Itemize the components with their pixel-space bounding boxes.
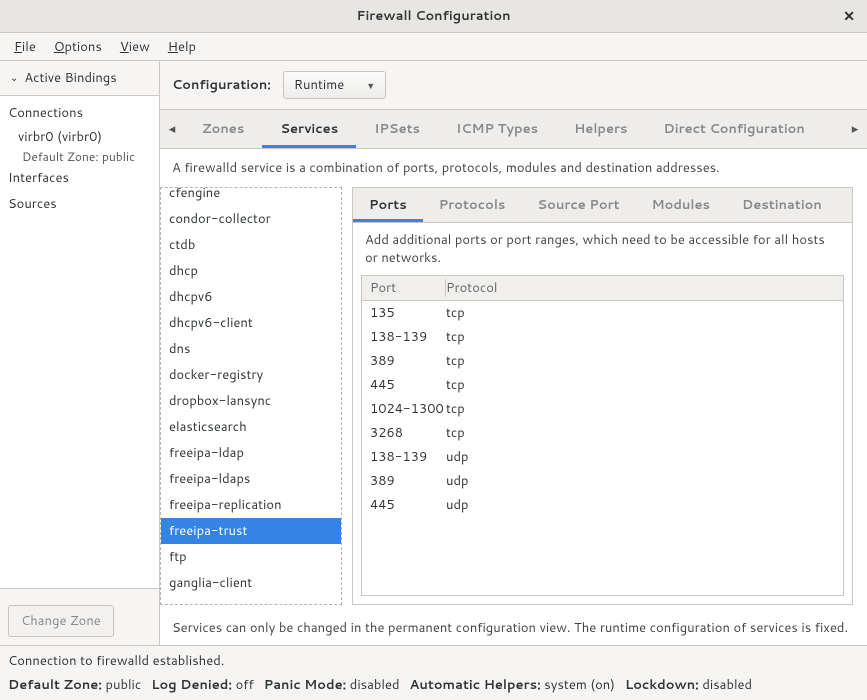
bindings-toggle[interactable]: ⌄ Active Bindings: [0, 61, 159, 95]
tab-direct-config[interactable]: Direct Configuration: [645, 110, 822, 148]
service-item[interactable]: dhcpv6-client: [161, 310, 341, 336]
menubar: File Options View Help: [0, 33, 867, 61]
port-row[interactable]: 135tcp: [362, 301, 843, 325]
tab-ipsets[interactable]: IPSets: [356, 110, 438, 148]
main-tabs: ◂ Zones Services IPSets ICMP Types Helpe…: [160, 110, 867, 149]
service-item[interactable]: cfengine: [161, 187, 341, 206]
bindings-header-label: Active Bindings: [24, 69, 116, 87]
menu-help[interactable]: Help: [160, 35, 204, 59]
main-area: ⌄ Active Bindings Connections virbr0 (vi…: [0, 61, 867, 645]
window-title: Firewall Configuration: [357, 7, 511, 25]
port-row[interactable]: 3268tcp: [362, 421, 843, 445]
service-item[interactable]: ctdb: [161, 232, 341, 258]
service-item[interactable]: freeipa-ldap: [161, 440, 341, 466]
port-row[interactable]: 445tcp: [362, 373, 843, 397]
close-icon[interactable]: ✕: [843, 6, 855, 26]
connection-zone-note: Default Zone: public: [0, 148, 159, 165]
tab-zones[interactable]: Zones: [184, 110, 262, 148]
service-item-selected[interactable]: freeipa-trust: [161, 518, 341, 544]
port-header: Port: [370, 279, 446, 297]
port-row[interactable]: 445udp: [362, 493, 843, 517]
port-table: Port Protocol 135tcp 138-139tcp 389tcp 4…: [361, 275, 844, 596]
titlebar: Firewall Configuration ✕: [0, 0, 867, 33]
service-detail: Ports Protocols Source Port Modules Dest…: [352, 187, 853, 605]
detail-tabs: Ports Protocols Source Port Modules Dest…: [353, 188, 852, 223]
port-row[interactable]: 138-139tcp: [362, 325, 843, 349]
port-row[interactable]: 389tcp: [362, 349, 843, 373]
chevron-down-icon: ⌄: [10, 71, 18, 85]
ports-hint: Add additional ports or port ranges, whi…: [353, 223, 852, 275]
config-label: Configuration:: [172, 76, 271, 94]
menu-options[interactable]: Options: [46, 35, 110, 59]
tab-services[interactable]: Services: [262, 110, 356, 148]
change-zone-button[interactable]: Change Zone: [8, 605, 114, 637]
config-dropdown[interactable]: Runtime ▼: [283, 71, 386, 99]
bindings-list: Connections virbr0 (virbr0) Default Zone…: [0, 95, 159, 589]
port-row[interactable]: 1024-1300tcp: [362, 397, 843, 421]
tabs-scroll-right[interactable]: ▸: [843, 110, 867, 148]
right-panel: Configuration: Runtime ▼ ◂ Zones Service…: [160, 61, 867, 645]
port-table-header: Port Protocol: [362, 276, 843, 301]
service-item[interactable]: ftp: [161, 544, 341, 570]
service-description: A firewalld service is a combination of …: [160, 149, 867, 187]
footer-note: Services can only be changed in the perm…: [160, 611, 867, 645]
connection-item[interactable]: virbr0 (virbr0): [0, 126, 159, 148]
port-row[interactable]: 389udp: [362, 469, 843, 493]
subtab-protocols[interactable]: Protocols: [423, 188, 522, 222]
protocol-header: Protocol: [446, 279, 835, 297]
dropdown-arrow-icon: ▼: [366, 79, 375, 92]
sources-section: Sources: [0, 191, 159, 217]
tab-icmp-types[interactable]: ICMP Types: [438, 110, 556, 148]
service-item[interactable]: dns: [161, 336, 341, 362]
subtab-source-port[interactable]: Source Port: [521, 188, 635, 222]
service-item[interactable]: ganglia-client: [161, 570, 341, 596]
service-item[interactable]: condor-collector: [161, 206, 341, 232]
connections-section: Connections: [0, 100, 159, 126]
subtab-modules[interactable]: Modules: [636, 188, 726, 222]
tabs-scroll-left[interactable]: ◂: [160, 110, 184, 148]
subtab-destination[interactable]: Destination: [726, 188, 838, 222]
service-content: cfengine condor-collector ctdb dhcp dhcp…: [160, 187, 867, 611]
service-item[interactable]: elasticsearch: [161, 414, 341, 440]
config-row: Configuration: Runtime ▼: [160, 61, 867, 110]
service-list[interactable]: cfengine condor-collector ctdb dhcp dhcp…: [160, 187, 342, 605]
service-item[interactable]: docker-registry: [161, 362, 341, 388]
left-panel: ⌄ Active Bindings Connections virbr0 (vi…: [0, 61, 160, 645]
port-row[interactable]: 138-139udp: [362, 445, 843, 469]
service-item[interactable]: dhcp: [161, 258, 341, 284]
subtab-ports[interactable]: Ports: [353, 188, 423, 222]
service-item[interactable]: dropbox-lansync: [161, 388, 341, 414]
config-value: Runtime: [294, 76, 344, 94]
statusbar: Connection to firewalld established. Def…: [0, 645, 867, 700]
status-fields: Default Zone: public Log Denied: off Pan…: [0, 676, 867, 700]
menu-view[interactable]: View: [112, 35, 158, 59]
service-item[interactable]: freeipa-ldaps: [161, 466, 341, 492]
service-item[interactable]: dhcpv6: [161, 284, 341, 310]
interfaces-section: Interfaces: [0, 165, 159, 191]
status-connection: Connection to firewalld established.: [0, 646, 867, 676]
tab-helpers[interactable]: Helpers: [556, 110, 645, 148]
menu-file[interactable]: File: [6, 35, 44, 59]
service-item[interactable]: freeipa-replication: [161, 492, 341, 518]
